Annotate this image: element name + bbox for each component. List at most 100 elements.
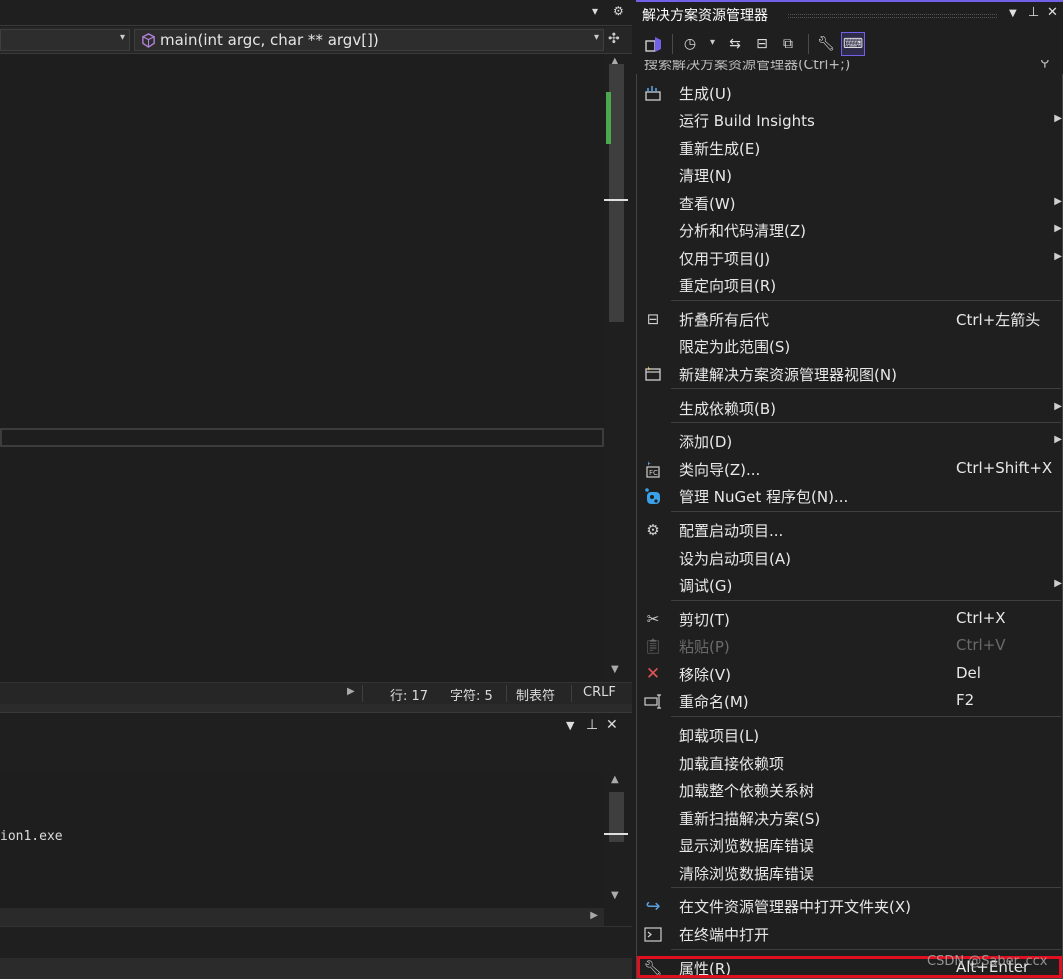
scroll-up-icon[interactable]: ▲	[611, 774, 619, 785]
wrench-icon: 🔧︎	[817, 36, 835, 52]
editor-tab-strip: ▾ ⚙	[0, 0, 632, 26]
pin-icon[interactable]: ⊥	[1028, 5, 1039, 20]
menu-item-clear-db-errors[interactable]: 清除浏览数据库错误	[637, 859, 1063, 886]
switch-views-button[interactable]	[642, 32, 666, 56]
menu-item-load-direct-deps[interactable]: 加载直接依赖项	[637, 749, 1063, 776]
menu-item-open-folder[interactable]: ↪ 在文件资源管理器中打开文件夹(X)	[637, 892, 1063, 919]
menu-item-load-dep-tree[interactable]: 加载整个依赖关系树	[637, 776, 1063, 803]
menu-item-label: 重新生成(E)	[679, 140, 761, 158]
split-editor-icon[interactable]: ✣	[608, 31, 620, 47]
show-all-files-button[interactable]: ⧉	[776, 32, 800, 56]
close-icon[interactable]: ✕	[606, 717, 618, 733]
terminal-icon	[643, 924, 663, 944]
menu-item-class-wizard[interactable]: FC 类向导(Z)... Ctrl+Shift+X	[637, 455, 1063, 482]
menu-separator	[671, 887, 1061, 888]
remove-icon: ✕	[645, 664, 661, 684]
menu-item-set-startup[interactable]: 设为启动项目(A)	[637, 544, 1063, 571]
search-icon[interactable]: ⚲	[1040, 60, 1050, 70]
menu-item-retarget[interactable]: 重定向项目(R)	[637, 271, 1063, 298]
menu-item-label: 仅用于项目(J)	[679, 250, 771, 268]
menu-item-open-terminal[interactable]: 在终端中打开	[637, 920, 1063, 947]
menu-item-analyze[interactable]: 分析和代码清理(Z) ▶	[637, 216, 1063, 243]
drag-grip[interactable]	[788, 14, 997, 18]
menu-item-remove[interactable]: ✕ 移除(V) Del	[637, 660, 1063, 687]
tabs-indicator[interactable]: 制表符	[516, 685, 555, 704]
copy-pages-icon: ⧉	[783, 36, 793, 52]
menu-item-view[interactable]: 查看(W) ▶	[637, 189, 1063, 216]
close-icon[interactable]: ✕	[1047, 5, 1058, 20]
menu-item-label: 剪切(T)	[679, 611, 730, 629]
eol-indicator[interactable]: CRLF	[583, 685, 616, 700]
menu-item-scope-to-this[interactable]: 限定为此范围(S)	[637, 332, 1063, 359]
scroll-thumb[interactable]	[609, 64, 624, 322]
tab-dropdown-icon[interactable]: ▾	[592, 4, 598, 18]
play-icon[interactable]: ▶	[347, 686, 355, 697]
menu-item-project-only[interactable]: 仅用于项目(J) ▶	[637, 244, 1063, 271]
vs-switch-icon	[645, 37, 661, 52]
menu-item-clean[interactable]: 清理(N)	[637, 161, 1063, 188]
submenu-arrow-icon: ▶	[1054, 251, 1062, 262]
menu-item-configure-startup[interactable]: ⚙ 配置启动项目...	[637, 516, 1063, 543]
menu-item-build-dependencies[interactable]: 生成依赖项(B) ▶	[637, 394, 1063, 421]
submenu-arrow-icon: ▶	[1054, 223, 1062, 234]
menu-item-label: 折叠所有后代	[679, 311, 770, 329]
collapse-all-button[interactable]: ⊟	[750, 32, 774, 56]
menu-item-show-db-errors[interactable]: 显示浏览数据库错误	[637, 831, 1063, 858]
sync-button[interactable]: ⇆	[723, 32, 747, 56]
scroll-down-icon[interactable]: ▼	[611, 890, 619, 901]
menu-item-build-insights[interactable]: 运行 Build Insights ▶	[637, 106, 1063, 133]
submenu-arrow-icon: ▶	[1054, 401, 1062, 412]
scroll-down-icon[interactable]: ▼	[611, 664, 619, 675]
panel-splitter[interactable]	[0, 704, 632, 712]
chevron-down-icon[interactable]: ▾	[710, 37, 715, 48]
pin-icon[interactable]: ⊥	[586, 717, 598, 733]
function-dropdown[interactable]: main(int argc, char ** argv[]) ▾	[134, 29, 604, 51]
preview-selected-button[interactable]: ⌨	[841, 32, 865, 56]
menu-item-label: 重命名(M)	[679, 693, 749, 711]
caret-marker	[604, 833, 628, 835]
toolbar-separator	[808, 34, 809, 54]
menu-item-rescan[interactable]: 重新扫描解决方案(S)	[637, 804, 1063, 831]
menu-item-label: 显示浏览数据库错误	[679, 837, 815, 855]
chevron-down-icon[interactable]: ▼	[566, 719, 574, 732]
chevron-down-icon[interactable]: ▼	[1009, 8, 1017, 19]
scope-dropdown[interactable]: ▾	[0, 29, 130, 51]
output-vertical-scrollbar[interactable]: ▲ ▼	[604, 772, 628, 908]
rename-icon	[643, 691, 663, 711]
output-horizontal-scrollbar[interactable]: ▶	[0, 908, 604, 926]
menu-item-unload[interactable]: 卸载项目(L)	[637, 721, 1063, 748]
properties-button[interactable]: 🔧︎	[814, 32, 838, 56]
menu-item-add[interactable]: 添加(D) ▶	[637, 427, 1063, 454]
solution-explorer-search[interactable]: 搜索解决方案资源管理器(Ctrl+;) ⚲	[636, 60, 1063, 74]
menu-item-build[interactable]: 生成(U)	[637, 79, 1063, 106]
editor-vertical-scrollbar[interactable]: ▲ ▼	[604, 54, 628, 682]
menu-item-label: 设为启动项目(A)	[679, 550, 791, 568]
cut-icon: ✂	[646, 610, 660, 628]
code-editor[interactable]	[0, 54, 604, 682]
menu-item-paste[interactable]: 📋︎ 粘贴(P) Ctrl+V	[637, 632, 1063, 659]
char-indicator[interactable]: 字符: 5	[450, 685, 493, 704]
menu-item-label: 重定向项目(R)	[679, 277, 777, 295]
menu-item-rename[interactable]: 重命名(M) F2	[637, 687, 1063, 714]
divider	[362, 685, 363, 702]
menu-item-new-view[interactable]: 新建解决方案资源管理器视图(N)	[637, 360, 1063, 387]
build-icon	[643, 83, 663, 103]
chevron-down-icon: ▾	[119, 32, 125, 43]
output-pane[interactable]: ion1.exe	[0, 772, 604, 908]
menu-item-label: 在终端中打开	[679, 926, 770, 944]
watermark: CSDN @Saber_ccx	[927, 954, 1048, 969]
line-indicator[interactable]: 行: 17	[390, 685, 428, 704]
menu-item-rebuild[interactable]: 重新生成(E)	[637, 134, 1063, 161]
gear-icon[interactable]: ⚙	[613, 4, 624, 18]
menu-separator	[671, 422, 1061, 423]
menu-item-debug[interactable]: 调试(G) ▶	[637, 571, 1063, 598]
menu-item-shortcut: Ctrl+左箭头	[956, 311, 1041, 329]
menu-item-nuget[interactable]: 管理 NuGet 程序包(N)...	[637, 482, 1063, 509]
menu-item-cut[interactable]: ✂ 剪切(T) Ctrl+X	[637, 605, 1063, 632]
pending-changes-filter-button[interactable]: ◷	[678, 32, 702, 56]
open-folder-icon: ↪	[645, 895, 661, 917]
divider	[506, 685, 507, 702]
menu-item-label: 清除浏览数据库错误	[679, 865, 815, 883]
menu-item-collapse-all[interactable]: ⊟ 折叠所有后代 Ctrl+左箭头	[637, 305, 1063, 332]
scroll-right-icon[interactable]: ▶	[590, 910, 598, 921]
